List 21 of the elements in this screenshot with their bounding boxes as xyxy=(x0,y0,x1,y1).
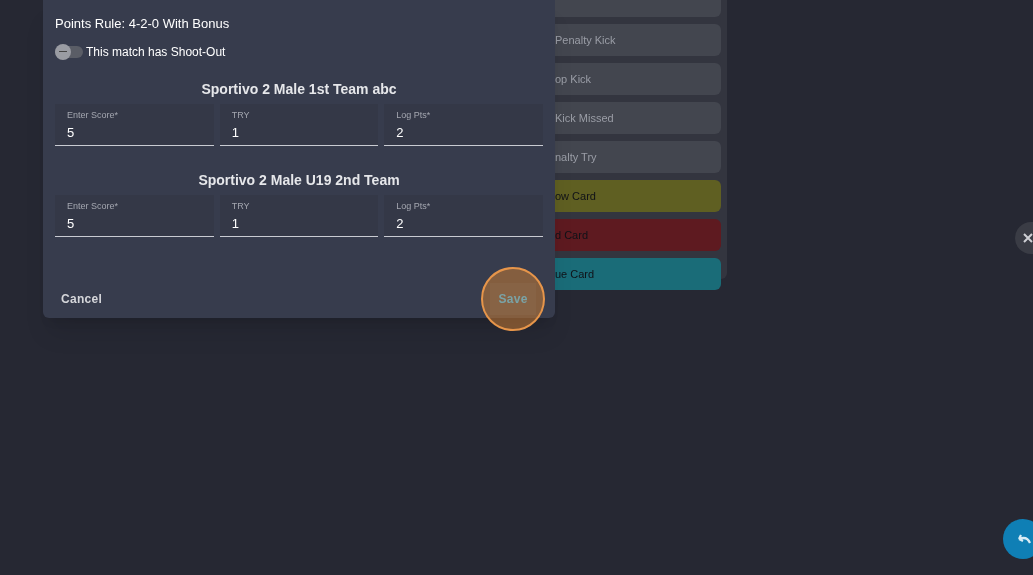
input-field[interactable]: TRY 1 xyxy=(219,103,379,146)
toggle-switch[interactable] xyxy=(55,45,83,58)
input-field[interactable]: TRY 1 xyxy=(219,194,379,237)
team-name: Sportivo 2 Male 1st Team abc xyxy=(200,79,398,99)
event-button[interactable]: nalty Try xyxy=(555,141,721,173)
input-field[interactable]: Enter Score* 5 xyxy=(55,103,214,146)
undo-icon xyxy=(1015,532,1031,546)
event-button[interactable]: Kick Missed xyxy=(555,102,721,134)
cancel-button[interactable]: Cancel xyxy=(61,283,103,314)
event-button[interactable]: op Kick xyxy=(555,63,721,95)
points-rule: Points Rule: 4-2-0 With Bonus xyxy=(55,15,231,33)
event-button[interactable]: Penalty Kick xyxy=(555,24,721,56)
event-button[interactable]: ue Card xyxy=(555,258,721,290)
close-icon xyxy=(1023,233,1033,243)
shootout-label: This match has Shoot-Out xyxy=(86,43,226,61)
input-field[interactable]: Log Pts* 2 xyxy=(384,103,543,146)
undo-button[interactable] xyxy=(1003,519,1033,559)
team-name: Sportivo 2 Male U19 2nd Team xyxy=(197,170,401,190)
event-button[interactable]: ow Card xyxy=(555,180,721,212)
input-field[interactable]: Enter Score* 5 xyxy=(55,194,214,237)
input-field[interactable]: Log Pts* 2 xyxy=(384,194,543,237)
